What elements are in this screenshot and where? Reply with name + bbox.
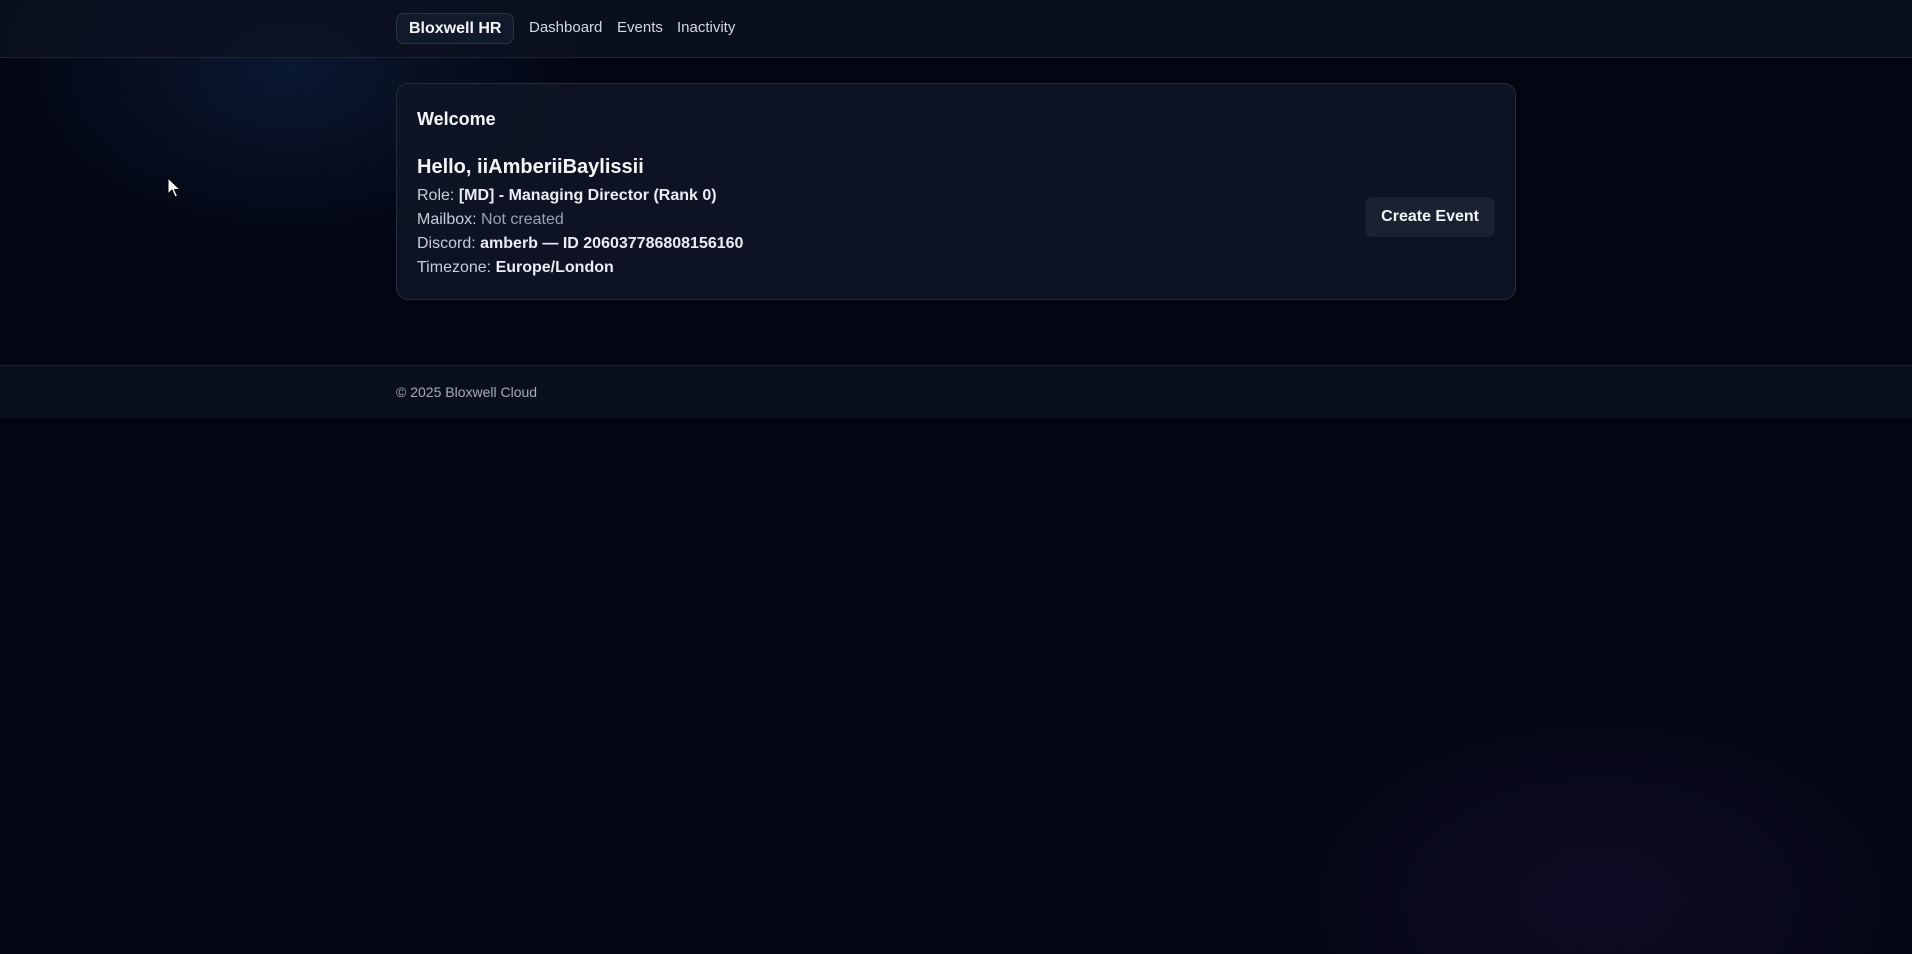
role-value: [MD] - Managing Director (Rank 0) xyxy=(458,187,717,204)
card-title: Welcome xyxy=(417,109,496,129)
nav-link-events[interactable]: Events xyxy=(617,19,663,37)
timezone-label: Timezone: xyxy=(417,259,492,276)
brand-logo-link[interactable]: Bloxwell HR xyxy=(396,13,515,44)
role-line: Role: [MD] - Managing Director (Rank 0) xyxy=(417,186,717,206)
welcome-card: Welcome Hello, iiAmberiiBaylissii Role: … xyxy=(396,83,1516,300)
nav-link-inactivity[interactable]: Inactivity xyxy=(677,19,735,37)
footer-copyright: © 2025 Bloxwell Cloud xyxy=(396,384,538,400)
discord-label: Discord: xyxy=(417,235,476,252)
top-header: Bloxwell HR Dashboard Events Inactivity xyxy=(0,0,1912,58)
mailbox-label: Mailbox: xyxy=(417,211,477,228)
role-label: Role: xyxy=(417,187,455,204)
user-greeting: Hello, iiAmberiiBaylissii xyxy=(417,156,644,178)
discord-line: Discord: amberb — ID 206037786808156160 xyxy=(417,234,743,254)
create-event-button[interactable]: Create Event xyxy=(1365,197,1495,237)
timezone-line: Timezone: Europe/London xyxy=(417,258,614,278)
nav-link-dashboard[interactable]: Dashboard xyxy=(529,19,602,37)
page-footer: © 2025 Bloxwell Cloud xyxy=(0,365,1912,418)
mailbox-value: Not created xyxy=(481,211,564,228)
timezone-value: Europe/London xyxy=(495,259,614,276)
mailbox-line: Mailbox: Not created xyxy=(417,210,564,230)
mouse-pointer-icon xyxy=(167,177,181,198)
discord-value: amberb — ID 206037786808156160 xyxy=(480,235,744,252)
